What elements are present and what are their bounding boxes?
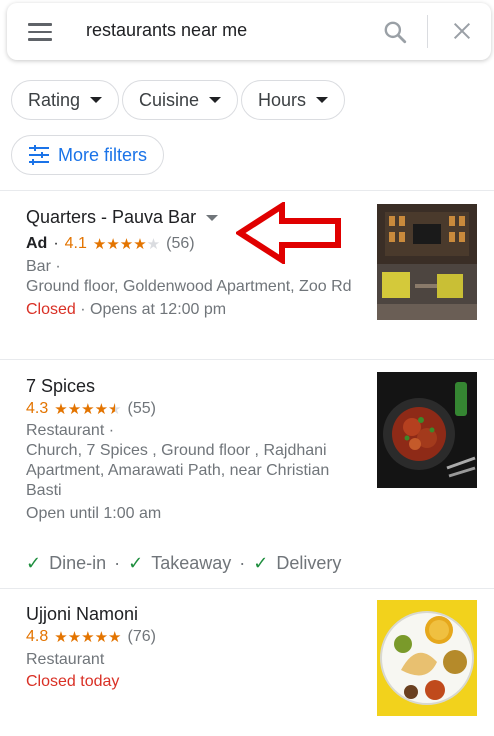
caret-down-icon[interactable]	[206, 215, 219, 222]
filter-cuisine-label: Cuisine	[139, 89, 200, 110]
result-address-line: Church, 7 Spices , Ground floor , Rajdha…	[26, 442, 327, 459]
result-name[interactable]: Ujjoni Namoni	[26, 604, 138, 625]
service-takeaway: Takeaway	[151, 553, 232, 573]
divider	[0, 190, 494, 191]
result-category: Bar ·	[26, 258, 61, 275]
result-address-line: Basti	[26, 482, 62, 499]
check-icon: ✓	[128, 553, 144, 574]
filter-cuisine-button[interactable]: Cuisine	[122, 80, 239, 120]
more-filters-label: More filters	[58, 144, 148, 165]
more-filters-button[interactable]: More filters	[11, 135, 165, 175]
menu-icon[interactable]	[28, 23, 52, 41]
result-category: Restaurant ·	[26, 422, 115, 439]
star-rating: ★★★★★	[54, 628, 122, 646]
filter-hours-label: Hours	[258, 89, 307, 110]
rating-value: 4.8	[26, 628, 49, 645]
rating-value: 4.3	[26, 400, 49, 417]
separator: ·	[53, 235, 59, 252]
annotation-arrow-icon	[236, 202, 341, 264]
result-name[interactable]: 7 Spices	[26, 376, 95, 397]
result-address-line: Apartment, Amarawati Path, near Christia…	[26, 462, 330, 479]
review-count: (76)	[127, 628, 156, 645]
star-rating: ★★★★★	[92, 235, 161, 253]
service-options: ✓ Dine-in · ✓ Takeaway · ✓ Delivery	[26, 553, 342, 574]
restaurant-photo[interactable]	[377, 600, 477, 716]
chevron-down-icon	[90, 97, 103, 103]
review-count: (56)	[166, 235, 195, 252]
restaurant-photo[interactable]	[377, 204, 477, 320]
close-icon[interactable]	[451, 20, 473, 42]
result-hours: Open until 1:00 am	[26, 505, 162, 522]
search-icon[interactable]	[382, 19, 408, 45]
result-name[interactable]: Quarters - Pauva Bar	[26, 207, 219, 228]
chevron-down-icon	[316, 97, 329, 103]
status-closed: Closed	[26, 301, 76, 318]
restaurant-photo[interactable]	[377, 372, 477, 488]
result-category: Restaurant	[26, 651, 105, 668]
divider	[0, 588, 494, 589]
divider	[0, 359, 494, 360]
service-dine-in: Dine-in	[49, 553, 107, 573]
search-bar: restaurants near me	[7, 3, 491, 60]
rating-value: 4.1	[64, 235, 87, 252]
rating-line: 4.8 ★★★★★ (76)	[26, 628, 156, 646]
filter-hours-button[interactable]: Hours	[241, 80, 346, 120]
rating-line: Ad · 4.1 ★★★★★ (56)	[26, 235, 195, 253]
search-divider	[427, 15, 428, 48]
tune-icon	[29, 145, 49, 165]
result-address: Ground floor, Goldenwood Apartment, Zoo …	[26, 278, 352, 295]
rating-line: 4.3 ★★★★★ (55)	[26, 400, 156, 418]
filter-rating-label: Rating	[28, 89, 81, 110]
check-icon: ✓	[253, 553, 269, 574]
result-hours: Closed · Opens at 12:00 pm	[26, 301, 227, 318]
filter-rating-button[interactable]: Rating	[11, 80, 120, 120]
status-closed: Closed today	[26, 673, 120, 690]
check-icon: ✓	[26, 553, 42, 574]
star-rating: ★★★★★	[54, 400, 122, 418]
service-delivery: Delivery	[276, 553, 342, 573]
review-count: (55)	[127, 400, 156, 417]
ad-badge: Ad	[26, 235, 48, 252]
search-input[interactable]: restaurants near me	[86, 20, 247, 41]
chevron-down-icon	[209, 97, 222, 103]
